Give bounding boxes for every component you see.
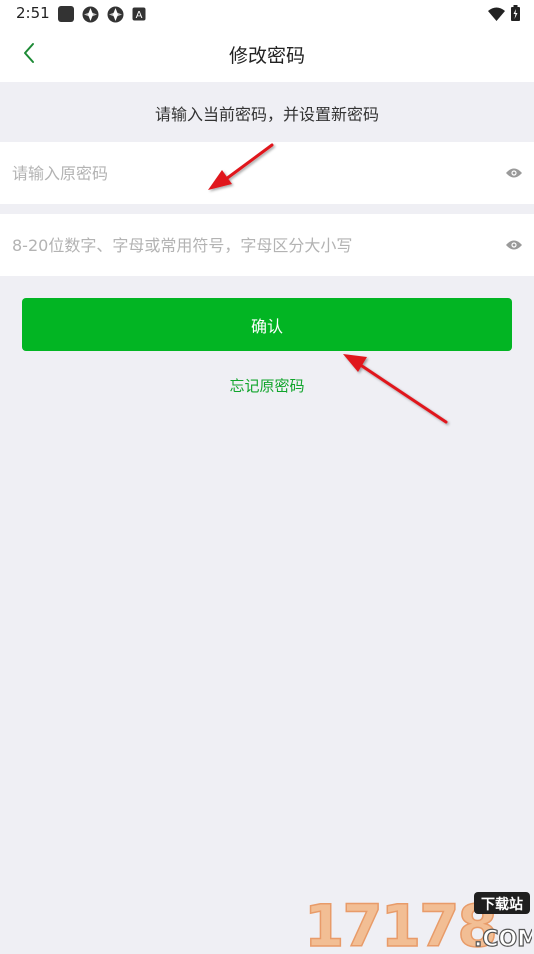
old-password-input[interactable] (12, 142, 482, 204)
watermark-number: 17178 (304, 892, 496, 950)
status-time: 2:51 (16, 4, 50, 22)
forgot-password-link[interactable]: 忘记原密码 (0, 375, 534, 396)
spinner-icon (82, 6, 99, 27)
page-title: 修改密码 (228, 45, 305, 67)
watermark-badge: 下载站 (481, 896, 523, 913)
status-bar: 2:51 A (0, 0, 534, 28)
app-square-icon (58, 6, 74, 27)
site-watermark: 17178 下载站 .COM (302, 890, 534, 954)
app-bar: 修改密码 (0, 28, 534, 82)
new-password-row (0, 214, 534, 276)
instruction-text: 请输入当前密码，并设置新密码 (154, 105, 379, 124)
old-password-row (0, 142, 534, 204)
status-notification-icons: A (58, 6, 146, 27)
wifi-icon (488, 6, 505, 25)
confirm-button[interactable]: 确认 (22, 298, 512, 351)
show-new-password-button[interactable] (504, 236, 524, 254)
eye-icon (505, 236, 523, 255)
status-system-icons (488, 5, 520, 25)
new-password-input[interactable] (12, 214, 482, 276)
eye-icon (505, 164, 523, 183)
battery-icon (511, 5, 520, 25)
watermark-domain: .COM (474, 927, 532, 950)
show-old-password-button[interactable] (504, 164, 524, 182)
a-badge-icon: A (132, 6, 146, 27)
spinner-icon (107, 6, 124, 27)
svg-text:A: A (136, 10, 143, 21)
